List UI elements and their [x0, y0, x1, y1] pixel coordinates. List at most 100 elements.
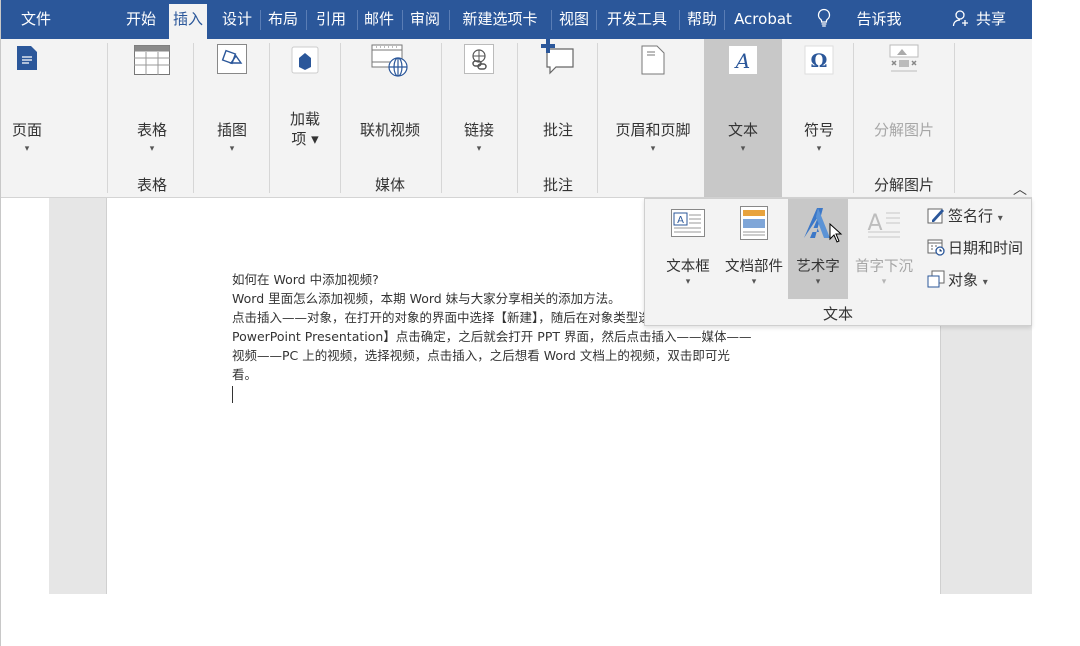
- tab-new-tab[interactable]: 新建选项卡: [452, 0, 548, 39]
- lightbulb-icon[interactable]: [813, 0, 835, 39]
- addins-icon: [290, 45, 320, 75]
- svg-text:Ω: Ω: [811, 50, 828, 72]
- svg-text:A: A: [734, 49, 750, 73]
- group-label-comments: 批注: [542, 176, 573, 194]
- table-label: 表格: [136, 121, 167, 139]
- textbox-button[interactable]: A 文本框 ▾: [653, 199, 723, 299]
- wordart-label: 艺术字: [796, 259, 840, 275]
- illustrations-icon: [216, 43, 248, 75]
- word-window: 文件 开始 插入 设计 布局 引用 邮件 审阅 新建选项卡 视图 开发工具 帮助…: [0, 0, 1032, 646]
- group-label-media: 媒体: [374, 176, 405, 194]
- illustrations-button[interactable]: 插图 ▾: [201, 39, 263, 197]
- addins-label: 加载项 ▾: [289, 110, 320, 148]
- collapse-ribbon-button[interactable]: ︿: [1013, 179, 1027, 199]
- text-label: 文本: [727, 121, 758, 139]
- chevron-down-icon: ▾: [229, 144, 235, 154]
- tab-separator: [449, 10, 450, 30]
- chevron-down-icon: ▾: [685, 277, 691, 287]
- group-separator: [597, 43, 598, 193]
- group-separator: [853, 43, 854, 193]
- chevron-down-icon: ▾: [740, 144, 746, 154]
- date-time-icon: [927, 239, 945, 256]
- tab-developer[interactable]: 开发工具: [599, 0, 675, 39]
- quick-parts-button[interactable]: 文档部件 ▾: [719, 199, 789, 299]
- chevron-down-icon: ▾: [816, 144, 822, 154]
- tab-review[interactable]: 审阅: [405, 0, 445, 39]
- link-button[interactable]: 链接 ▾: [449, 39, 509, 197]
- quick-parts-label: 文档部件: [725, 259, 783, 275]
- tab-insert[interactable]: 插入: [169, 4, 207, 39]
- object-icon: [927, 270, 945, 288]
- link-icon: [463, 43, 495, 75]
- tab-separator: [402, 10, 403, 30]
- chevron-down-icon: ▾: [815, 277, 821, 287]
- tab-help[interactable]: 帮助: [682, 0, 722, 39]
- online-video-icon: [370, 43, 410, 79]
- header-footer-button[interactable]: 页眉和页脚 ▾: [603, 39, 703, 197]
- chevron-down-icon: ▾: [149, 144, 155, 154]
- tab-references[interactable]: 引用: [309, 0, 353, 39]
- symbol-label: 符号: [803, 121, 834, 139]
- header-footer-icon: [641, 45, 665, 75]
- chevron-down-icon: ▾: [650, 144, 656, 154]
- group-separator: [107, 43, 108, 193]
- text-button[interactable]: A 文本 ▾: [704, 39, 782, 197]
- text-icon: A: [728, 45, 758, 75]
- illustrations-label: 插图: [216, 121, 247, 139]
- symbol-icon: Ω: [804, 45, 834, 75]
- date-time-button[interactable]: 日期和时间: [927, 237, 1023, 259]
- page-label: 页面: [11, 121, 42, 139]
- tab-acrobat[interactable]: Acrobat: [727, 0, 799, 39]
- page-button[interactable]: 页面 ▾: [1, 39, 53, 197]
- group-label-table: 表格: [136, 176, 167, 194]
- header-footer-label: 页眉和页脚: [615, 121, 691, 139]
- wordart-button[interactable]: 艺术字 ▾: [788, 199, 848, 299]
- tab-separator: [357, 10, 358, 30]
- object-button[interactable]: 对象 ▾: [927, 269, 988, 291]
- chevron-down-icon: ▾: [881, 277, 887, 287]
- textbox-label: 文本框: [666, 259, 710, 275]
- dropcap-button[interactable]: A 首字下沉 ▾: [851, 199, 917, 299]
- group-separator: [954, 43, 955, 193]
- link-label: 链接: [463, 121, 494, 139]
- tell-me-search[interactable]: 告诉我: [849, 0, 909, 39]
- tab-mailings[interactable]: 邮件: [359, 0, 399, 39]
- chevron-down-icon: ▾: [476, 144, 482, 154]
- ribbon-insert: 页面 ▾ 表格 ▾ 表格 插图 ▾ 加载 项 ▾ 联机视频 媒体 链接 ▾ 批注…: [1, 39, 1032, 198]
- person-icon[interactable]: [951, 0, 971, 39]
- group-separator: [193, 43, 194, 193]
- tab-separator: [596, 10, 597, 30]
- tab-separator: [724, 10, 725, 30]
- dropcap-label: 首字下沉: [855, 259, 913, 275]
- share-button[interactable]: 共享: [971, 0, 1011, 39]
- signature-icon: [927, 208, 944, 224]
- quick-parts-icon: [739, 205, 769, 241]
- online-video-label: 联机视频: [359, 121, 420, 139]
- tab-separator: [679, 10, 680, 30]
- doc-line: 视频——PC 上的视频，选择视频，点击插入，之后想看 Word 文档上的视频，双…: [232, 348, 730, 363]
- tab-design[interactable]: 设计: [217, 0, 257, 39]
- tab-view[interactable]: 视图: [554, 0, 594, 39]
- tab-separator: [551, 10, 552, 30]
- signature-line-button[interactable]: 签名行 ▾: [927, 205, 1003, 227]
- mouse-pointer-icon: [829, 222, 843, 247]
- textbox-icon: A: [670, 205, 706, 241]
- svg-text:A: A: [677, 215, 684, 226]
- tab-home[interactable]: 开始: [119, 0, 163, 39]
- comment-icon: [538, 37, 578, 77]
- group-label-split-image: 分解图片: [873, 176, 934, 194]
- tab-separator: [260, 10, 261, 30]
- group-separator: [441, 43, 442, 193]
- symbol-button[interactable]: Ω 符号 ▾: [791, 39, 847, 197]
- tab-layout[interactable]: 布局: [263, 0, 303, 39]
- table-icon: [134, 45, 170, 75]
- tab-file[interactable]: 文件: [11, 0, 61, 39]
- doc-line: 看。: [232, 367, 258, 382]
- dropcap-icon: A: [866, 205, 902, 241]
- doc-line: PowerPoint Presentation】点击确定，之后就会打开 PPT …: [232, 329, 752, 344]
- group-separator: [269, 43, 270, 193]
- addins-button[interactable]: 加载项 ▾: [277, 39, 333, 197]
- text-gallery-panel: A 文本框 ▾ 文档部件 ▾ 艺术字 ▾ A 首字下沉 ▾ 签名行 ▾ 日期和时…: [644, 198, 1032, 326]
- group-separator: [340, 43, 341, 193]
- chevron-down-icon: ▾: [751, 277, 757, 287]
